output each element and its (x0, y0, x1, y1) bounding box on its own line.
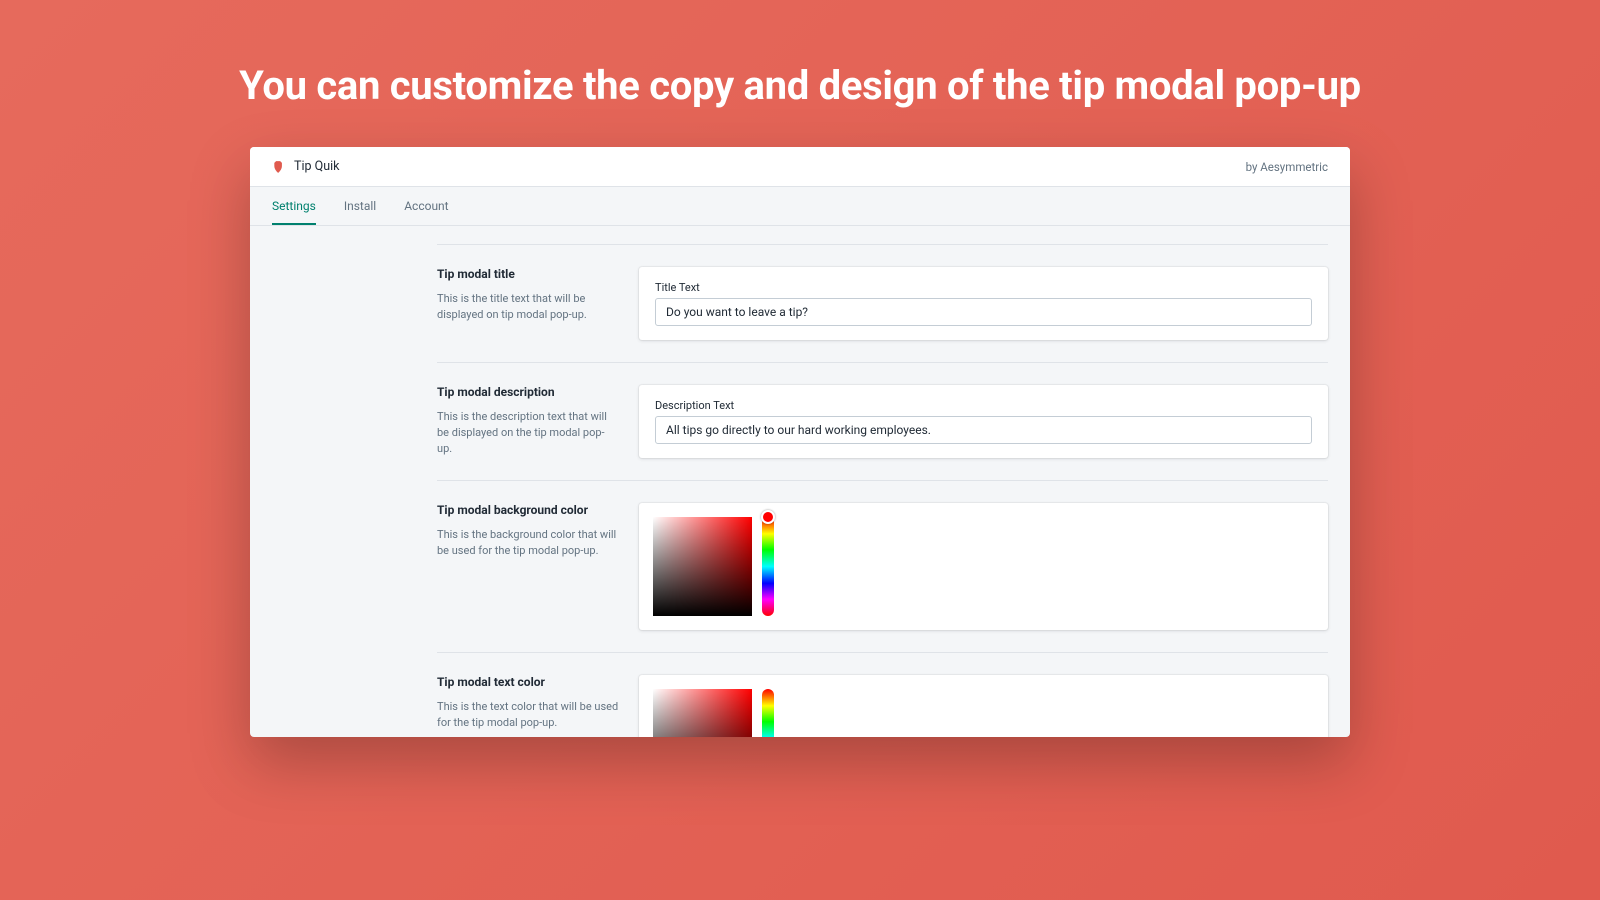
section-heading: Tip modal description (437, 385, 619, 399)
hue-thumb[interactable] (761, 510, 775, 524)
settings-content: Tip modal title This is the title text t… (250, 226, 1350, 737)
hue-slider[interactable] (762, 689, 774, 737)
field-label-description-text: Description Text (655, 399, 1312, 412)
app-window: Tip Quik by Aesymmetric Settings Install… (250, 147, 1350, 737)
section-description: This is the text color that will be used… (437, 699, 619, 731)
color-picker (653, 689, 1312, 737)
field-label-title-text: Title Text (655, 281, 1312, 294)
app-name: Tip Quik (294, 159, 339, 174)
section-description: This is the background color that will b… (437, 527, 619, 559)
tab-install[interactable]: Install (344, 187, 376, 225)
saturation-value-area[interactable] (653, 689, 752, 737)
section-card: Description Text (639, 385, 1328, 458)
section-description: This is the title text that will be disp… (437, 291, 619, 323)
section-info: Tip modal title This is the title text t… (437, 267, 619, 340)
saturation-value-area[interactable] (653, 517, 752, 616)
section-info: Tip modal description This is the descri… (437, 385, 619, 458)
hero-title: You can customize the copy and design of… (239, 62, 1361, 109)
section-card-color-picker (639, 503, 1328, 630)
section-heading: Tip modal text color (437, 675, 619, 689)
section-heading: Tip modal background color (437, 503, 619, 517)
section-info: Tip modal background color This is the b… (437, 503, 619, 630)
section-tip-modal-bg-color: Tip modal background color This is the b… (437, 480, 1328, 652)
tab-account[interactable]: Account (404, 187, 448, 225)
section-description: This is the description text that will b… (437, 409, 619, 457)
section-card-color-picker (639, 675, 1328, 737)
section-tip-modal-text-color: Tip modal text color This is the text co… (437, 652, 1328, 737)
color-picker (653, 517, 1312, 616)
app-header-left: Tip Quik (272, 159, 339, 174)
app-by-line: by Aesymmetric (1246, 160, 1328, 174)
tab-bar: Settings Install Account (250, 187, 1350, 226)
section-tip-modal-title: Tip modal title This is the title text t… (437, 244, 1328, 362)
app-header: Tip Quik by Aesymmetric (250, 147, 1350, 187)
tab-settings[interactable]: Settings (272, 187, 316, 225)
settings-body: Tip modal title This is the title text t… (437, 226, 1328, 737)
section-info: Tip modal text color This is the text co… (437, 675, 619, 737)
section-heading: Tip modal title (437, 267, 619, 281)
hue-slider[interactable] (762, 517, 774, 616)
app-logo-icon (272, 160, 286, 174)
section-card: Title Text (639, 267, 1328, 340)
description-text-input[interactable] (655, 416, 1312, 444)
section-tip-modal-description: Tip modal description This is the descri… (437, 362, 1328, 480)
title-text-input[interactable] (655, 298, 1312, 326)
